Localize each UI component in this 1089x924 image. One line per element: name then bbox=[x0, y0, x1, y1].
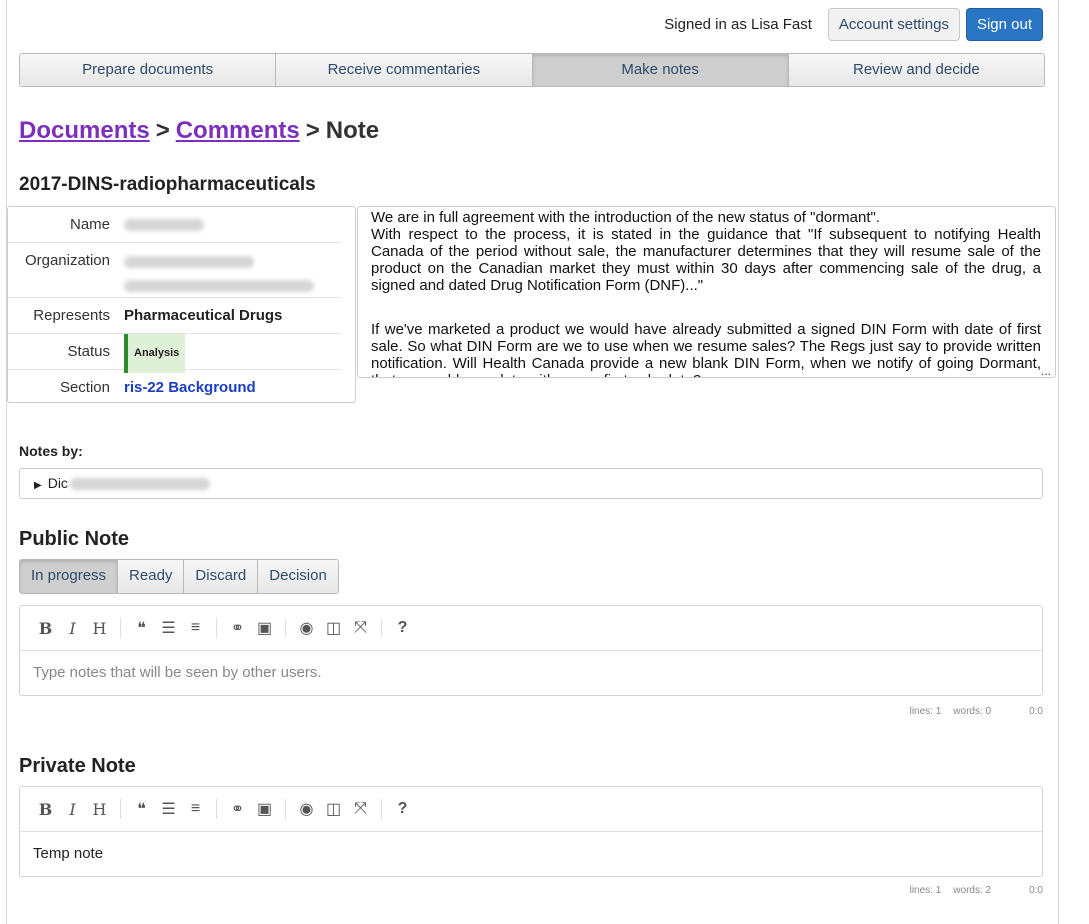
comment-paragraph: If we've marketed a product we would hav… bbox=[371, 321, 1041, 377]
state-discard-button[interactable]: Discard bbox=[184, 560, 259, 593]
comment-text-box[interactable]: We are in full agreement with the introd… bbox=[357, 206, 1056, 378]
cursor-position: 0:0 bbox=[1029, 885, 1043, 896]
detail-label: Section bbox=[59, 379, 110, 396]
main-nav: Prepare documents Receive commentaries M… bbox=[19, 53, 1045, 87]
breadcrumb-current: Note bbox=[325, 117, 380, 144]
tab-receive-commentaries[interactable]: Receive commentaries bbox=[276, 54, 533, 86]
ordered-list-icon[interactable]: ≡ bbox=[182, 800, 209, 818]
document-title: 2017-DINS-radiopharmaceuticals bbox=[19, 174, 316, 195]
unordered-list-icon[interactable]: ☰ bbox=[155, 618, 182, 638]
notes-author: Dic bbox=[47, 475, 68, 491]
private-note-heading: Private Note bbox=[19, 755, 136, 777]
note-state-group: In progress Ready Discard Decision bbox=[19, 559, 339, 594]
private-note-statusbar: lines: 1 words: 2 0:0 bbox=[910, 885, 1043, 896]
side-by-side-icon[interactable]: ◫ bbox=[320, 618, 347, 638]
page-frame-left bbox=[6, 0, 7, 924]
tab-prepare-documents[interactable]: Prepare documents bbox=[20, 54, 277, 86]
tab-make-notes[interactable]: Make notes bbox=[532, 54, 789, 86]
public-note-heading: Public Note bbox=[19, 528, 130, 550]
notes-by-expander[interactable]: ▶ Dic bbox=[19, 468, 1043, 499]
heading-icon[interactable]: H bbox=[86, 800, 113, 819]
bold-icon[interactable]: B bbox=[32, 800, 59, 819]
state-in-progress-button[interactable]: In progress bbox=[20, 560, 119, 593]
detail-row-name: Name bbox=[8, 207, 341, 243]
editor-toolbar: B I H ❝ ☰ ≡ ⚭ ▣ ◉ ◫ ⤧ ? bbox=[20, 606, 1042, 651]
quote-icon[interactable]: ❝ bbox=[128, 799, 155, 819]
side-by-side-icon[interactable]: ◫ bbox=[320, 799, 347, 819]
help-icon[interactable]: ? bbox=[389, 619, 416, 637]
ordered-list-icon[interactable]: ≡ bbox=[182, 619, 209, 637]
breadcrumb-documents-link[interactable]: Documents bbox=[19, 117, 150, 144]
link-icon[interactable]: ⚭ bbox=[224, 799, 251, 819]
state-decision-button[interactable]: Decision bbox=[258, 560, 338, 593]
preview-icon[interactable]: ◉ bbox=[293, 799, 320, 819]
detail-value-redacted bbox=[124, 207, 341, 242]
status-badge: Analysis bbox=[124, 334, 186, 373]
detail-value: Pharmaceutical Drugs bbox=[124, 307, 283, 324]
public-note-editor: B I H ❝ ☰ ≡ ⚭ ▣ ◉ ◫ ⤧ ? Type notes that … bbox=[19, 605, 1043, 696]
more-ellipsis[interactable]: ... bbox=[1041, 365, 1051, 377]
detail-row-status: Status Analysis bbox=[8, 334, 341, 373]
detail-value-redacted bbox=[124, 243, 341, 297]
heading-icon[interactable]: H bbox=[86, 619, 113, 638]
comment-paragraph: We are in full agreement with the introd… bbox=[371, 209, 880, 226]
detail-label: Status bbox=[67, 343, 110, 360]
italic-icon[interactable]: I bbox=[59, 800, 86, 819]
public-note-input[interactable]: Type notes that will be seen by other us… bbox=[20, 651, 1042, 695]
disclosure-triangle-icon[interactable]: ▶ bbox=[34, 480, 42, 491]
sign-out-button[interactable]: Sign out bbox=[965, 8, 1043, 41]
detail-row-organization: Organization bbox=[8, 243, 341, 298]
comment-paragraph: With respect to the process, it is state… bbox=[371, 226, 1041, 294]
detail-label: Represents bbox=[33, 307, 110, 324]
editor-toolbar: B I H ❝ ☰ ≡ ⚭ ▣ ◉ ◫ ⤧ ? bbox=[20, 787, 1042, 832]
tab-review-and-decide[interactable]: Review and decide bbox=[788, 54, 1044, 86]
detail-row-section: Section ris-22 Background bbox=[8, 370, 341, 405]
fullscreen-icon[interactable]: ⤧ bbox=[347, 800, 374, 818]
detail-value: Analysis bbox=[124, 334, 341, 373]
breadcrumb-comments-link[interactable]: Comments bbox=[176, 117, 300, 144]
cursor-position: 0:0 bbox=[1029, 706, 1043, 717]
breadcrumb-separator: > bbox=[305, 117, 320, 144]
line-count: lines: 1 bbox=[909, 885, 942, 896]
word-count: words: 0 bbox=[953, 706, 992, 717]
private-note-editor: B I H ❝ ☰ ≡ ⚭ ▣ ◉ ◫ ⤧ ? Temp note bbox=[19, 786, 1043, 877]
bold-icon[interactable]: B bbox=[32, 619, 59, 638]
detail-row-represents: Represents Pharmaceutical Drugs bbox=[8, 298, 341, 334]
detail-label: Organization bbox=[24, 252, 110, 269]
breadcrumb-separator: > bbox=[155, 117, 170, 144]
line-count: lines: 1 bbox=[909, 706, 942, 717]
unordered-list-icon[interactable]: ☰ bbox=[155, 799, 182, 819]
help-icon[interactable]: ? bbox=[389, 800, 416, 818]
account-settings-button[interactable]: Account settings bbox=[827, 8, 960, 41]
preview-icon[interactable]: ◉ bbox=[293, 618, 320, 638]
state-ready-button[interactable]: Ready bbox=[118, 560, 185, 593]
image-icon[interactable]: ▣ bbox=[251, 799, 278, 819]
detail-label: Name bbox=[69, 216, 110, 233]
image-icon[interactable]: ▣ bbox=[251, 618, 278, 638]
italic-icon[interactable]: I bbox=[59, 619, 86, 638]
page-frame-right bbox=[1058, 0, 1059, 924]
section-link[interactable]: ris-22 Background bbox=[124, 379, 256, 396]
word-count: words: 2 bbox=[953, 885, 992, 896]
comment-details-card: Name Organization Represents Pharmaceuti… bbox=[7, 206, 356, 403]
account-bar: Signed in as Lisa Fast Account settings … bbox=[664, 8, 1043, 41]
signed-in-text: Signed in as Lisa Fast bbox=[664, 16, 812, 33]
link-icon[interactable]: ⚭ bbox=[224, 618, 251, 638]
quote-icon[interactable]: ❝ bbox=[128, 618, 155, 638]
fullscreen-icon[interactable]: ⤧ bbox=[347, 619, 374, 637]
notes-by-label: Notes by: bbox=[19, 443, 83, 459]
breadcrumb: Documents > Comments > Note bbox=[19, 117, 379, 145]
private-note-input[interactable]: Temp note bbox=[20, 832, 1042, 876]
public-note-statusbar: lines: 1 words: 0 0:0 bbox=[910, 706, 1043, 717]
detail-value: ris-22 Background bbox=[124, 370, 341, 405]
